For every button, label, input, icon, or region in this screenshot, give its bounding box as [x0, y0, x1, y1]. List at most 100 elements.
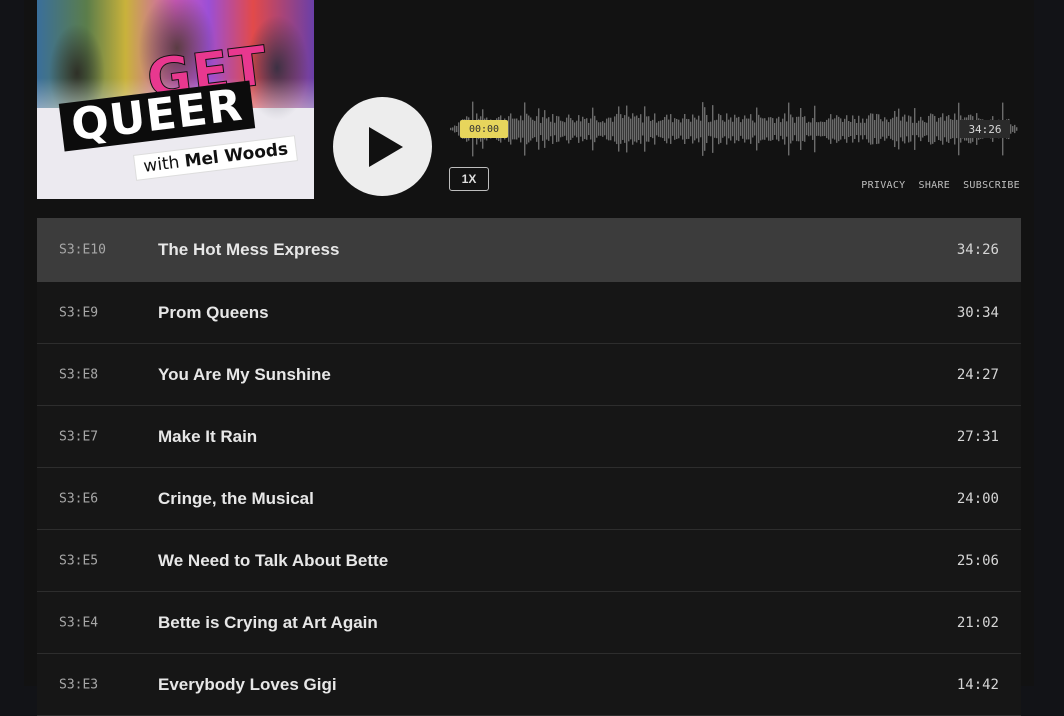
waveform-bar	[804, 116, 806, 142]
episode-row[interactable]: S3:E7 Make It Rain 27:31	[37, 406, 1021, 468]
episode-code: S3:E6	[59, 491, 99, 506]
waveform-bar	[910, 116, 912, 142]
waveform-bar	[800, 108, 802, 150]
waveform-bar	[720, 115, 722, 143]
waveform-bar	[812, 118, 814, 140]
waveform-bar	[736, 117, 738, 141]
waveform-bar	[718, 113, 720, 145]
waveform-bar	[688, 119, 690, 139]
waveform-bar	[610, 117, 612, 141]
waveform-bar	[638, 117, 640, 141]
waveform-scrubber[interactable]	[448, 98, 1020, 160]
waveform-bar	[560, 120, 562, 138]
waveform-bar	[836, 115, 838, 143]
waveform-bar	[542, 117, 544, 141]
waveform-bar	[1012, 126, 1014, 132]
player-links: PRIVACY SHARE SUBSCRIBE	[861, 180, 1020, 191]
episode-row[interactable]: S3:E9 Prom Queens 30:34	[37, 282, 1021, 344]
episode-row[interactable]: S3:E10 The Hot Mess Express 34:26	[37, 218, 1021, 282]
waveform-bar	[838, 116, 840, 142]
waveform-bar	[562, 121, 564, 137]
waveform-bar	[512, 118, 514, 140]
episode-row[interactable]: S3:E3 Everybody Loves Gigi 14:42	[37, 654, 1021, 716]
waveform-bar	[1016, 127, 1018, 131]
current-time-badge: 00:00	[460, 120, 508, 138]
waveform-bar	[830, 114, 832, 144]
waveform-bar	[624, 115, 626, 143]
podcast-artwork: GET QUEER with Mel Woods	[37, 0, 314, 199]
waveform-bar	[576, 120, 578, 138]
episode-title: Make It Rain	[158, 426, 258, 446]
waveform-bar	[716, 119, 718, 139]
waveform-bar	[530, 117, 532, 141]
waveform-bar	[518, 120, 520, 138]
play-button[interactable]	[333, 97, 432, 196]
waveform-bar	[548, 117, 550, 141]
waveform-bar	[912, 122, 914, 136]
waveform-bar	[924, 122, 926, 136]
waveform-bar	[1010, 124, 1012, 134]
episode-row[interactable]: S3:E4 Bette is Crying at Art Again 21:02	[37, 592, 1021, 654]
waveform-bar	[768, 117, 770, 141]
waveform-bar	[774, 122, 776, 136]
waveform-bar	[662, 119, 664, 139]
waveform-bar	[734, 114, 736, 144]
waveform-bar	[586, 118, 588, 140]
waveform-bar	[730, 117, 732, 141]
waveform-bar	[766, 120, 768, 138]
waveform-bar	[750, 114, 752, 144]
episode-duration: 21:02	[956, 614, 999, 631]
waveform-bar	[628, 116, 630, 142]
waveform-bar	[862, 118, 864, 140]
waveform-bar	[890, 119, 892, 139]
waveform-bar	[740, 122, 742, 136]
subscribe-link[interactable]: SUBSCRIBE	[963, 180, 1020, 191]
episode-row[interactable]: S3:E6 Cringe, the Musical 24:00	[37, 468, 1021, 530]
episode-title: Bette is Crying at Art Again	[158, 612, 378, 632]
privacy-link[interactable]: PRIVACY	[861, 180, 905, 191]
waveform-bar	[742, 119, 744, 139]
waveform-bar	[846, 115, 848, 143]
share-link[interactable]: SHARE	[919, 180, 951, 191]
waveform-bar	[646, 116, 648, 142]
waveform-bar	[684, 113, 686, 145]
waveform-bar	[882, 121, 884, 137]
waveform-bar	[944, 120, 946, 138]
waveform-bar	[724, 121, 726, 137]
waveform-bar	[806, 122, 808, 136]
waveform-bar	[896, 116, 898, 142]
waveform-bar	[754, 122, 756, 136]
waveform-bar	[574, 122, 576, 136]
waveform-bar	[578, 115, 580, 143]
waveform-bar	[534, 120, 536, 138]
waveform-bar	[526, 113, 528, 145]
waveform-bar	[798, 116, 800, 142]
waveform-bar	[816, 122, 818, 136]
waveform-bar	[1014, 124, 1016, 134]
waveform-bar	[658, 121, 660, 137]
waveform-bar	[558, 116, 560, 142]
waveform-bar	[782, 118, 784, 140]
waveform-bar	[590, 118, 592, 140]
waveform-bar	[686, 118, 688, 140]
waveform-bar	[826, 119, 828, 139]
waveform-bar	[664, 117, 666, 141]
waveform-bar	[700, 120, 702, 138]
waveform-bar	[626, 105, 628, 153]
waveform-bar	[644, 106, 646, 152]
waveform-bar	[620, 114, 622, 144]
waveform-bar	[676, 118, 678, 140]
episode-row[interactable]: S3:E8 You Are My Sunshine 24:27	[37, 344, 1021, 406]
waveform-bar	[554, 122, 556, 136]
waveform-bar	[818, 122, 820, 136]
duration-badge: 34:26	[960, 120, 1010, 138]
waveform-bar	[868, 115, 870, 143]
waveform-bar	[748, 118, 750, 140]
episode-row[interactable]: S3:E5 We Need to Talk About Bette 25:06	[37, 530, 1021, 592]
episode-code: S3:E9	[59, 305, 99, 320]
waveform-bar	[650, 120, 652, 138]
waveform-bar	[778, 116, 780, 142]
waveform-bar	[932, 114, 934, 144]
playback-speed-button[interactable]: 1X	[449, 167, 489, 191]
waveform-bar	[756, 107, 758, 151]
